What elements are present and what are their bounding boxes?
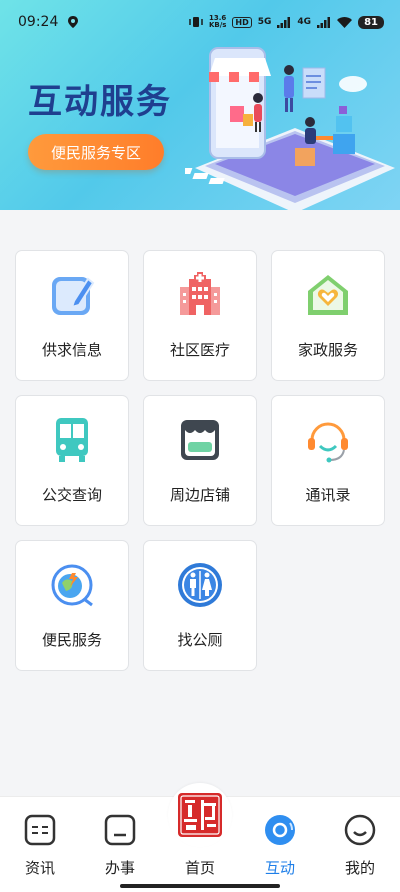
service-card-housekeeping[interactable]: 家政服务 [271, 250, 385, 381]
service-label: 找公厕 [177, 631, 223, 649]
nav-item-profile[interactable]: 我的 [320, 813, 400, 878]
clock: 09:24 [18, 14, 59, 30]
network-speed: 13.6 KB/s [209, 15, 226, 29]
home-indicator[interactable] [120, 884, 280, 888]
globe-service-icon [51, 564, 93, 607]
restroom-icon [178, 563, 222, 607]
bottom-nav: 资讯 办事 首页 互动 我的 [0, 783, 400, 892]
signal-5g: 5G [257, 17, 272, 27]
home-seal-icon [178, 793, 222, 837]
service-label: 周边店铺 [169, 486, 230, 504]
signal-bars-icon [277, 16, 291, 28]
service-card-public-toilet[interactable]: 找公厕 [143, 540, 257, 671]
service-card-supply-demand[interactable]: 供求信息 [15, 250, 129, 381]
service-label: 通讯录 [305, 486, 351, 504]
nav-item-interact[interactable]: 互动 [240, 813, 320, 878]
service-card-community-medical[interactable]: 社区医疗 [143, 250, 257, 381]
house-heart-icon [308, 275, 348, 315]
service-label: 社区医疗 [169, 341, 230, 359]
service-card-nearby-stores[interactable]: 周边店铺 [143, 395, 257, 526]
store-icon [181, 420, 219, 460]
banner-illustration [185, 47, 395, 210]
nav-label-active: 互动 [264, 859, 295, 877]
service-label: 供求信息 [41, 341, 102, 359]
profile-smile-icon [344, 814, 376, 846]
wifi-icon [337, 16, 353, 28]
nav-label: 首页 [184, 859, 215, 877]
hospital-icon [180, 272, 220, 315]
home-seal-badge [168, 783, 232, 847]
nav-label: 办事 [104, 859, 135, 877]
nav-item-tasks[interactable]: 办事 [80, 813, 160, 878]
net-speed-unit: KB/s [208, 21, 227, 29]
news-icon [24, 814, 56, 846]
service-card-convenience[interactable]: 便民服务 [15, 540, 129, 671]
service-card-bus-query[interactable]: 公交查询 [15, 395, 129, 526]
nav-item-news[interactable]: 资讯 [0, 813, 80, 878]
hd-badge: HD [232, 16, 252, 28]
nav-label: 资讯 [24, 859, 55, 877]
banner-title: 互动服务 [28, 82, 172, 122]
battery-indicator: 81 [358, 15, 384, 29]
bus-icon [56, 418, 88, 462]
vibrate-icon [189, 17, 203, 27]
location-icon [68, 16, 79, 28]
task-icon [104, 814, 136, 846]
edit-note-icon [52, 277, 95, 315]
service-card-contacts[interactable]: 通讯录 [271, 395, 385, 526]
convenience-zone-button[interactable]: 便民服务专区 [28, 134, 164, 170]
service-label: 家政服务 [297, 341, 358, 359]
interact-icon [265, 815, 295, 845]
nav-item-home[interactable]: 首页 [160, 783, 240, 878]
nav-label: 我的 [344, 859, 375, 877]
status-bar: 09:24 13.6 KB/s HD 5G 4G 81 [0, 0, 400, 44]
service-label: 便民服务 [41, 631, 102, 649]
signal-4g: 4G [297, 17, 312, 27]
service-label: 公交查询 [41, 486, 102, 504]
headset-icon [308, 422, 348, 463]
signal-bars-icon-2 [317, 16, 331, 28]
